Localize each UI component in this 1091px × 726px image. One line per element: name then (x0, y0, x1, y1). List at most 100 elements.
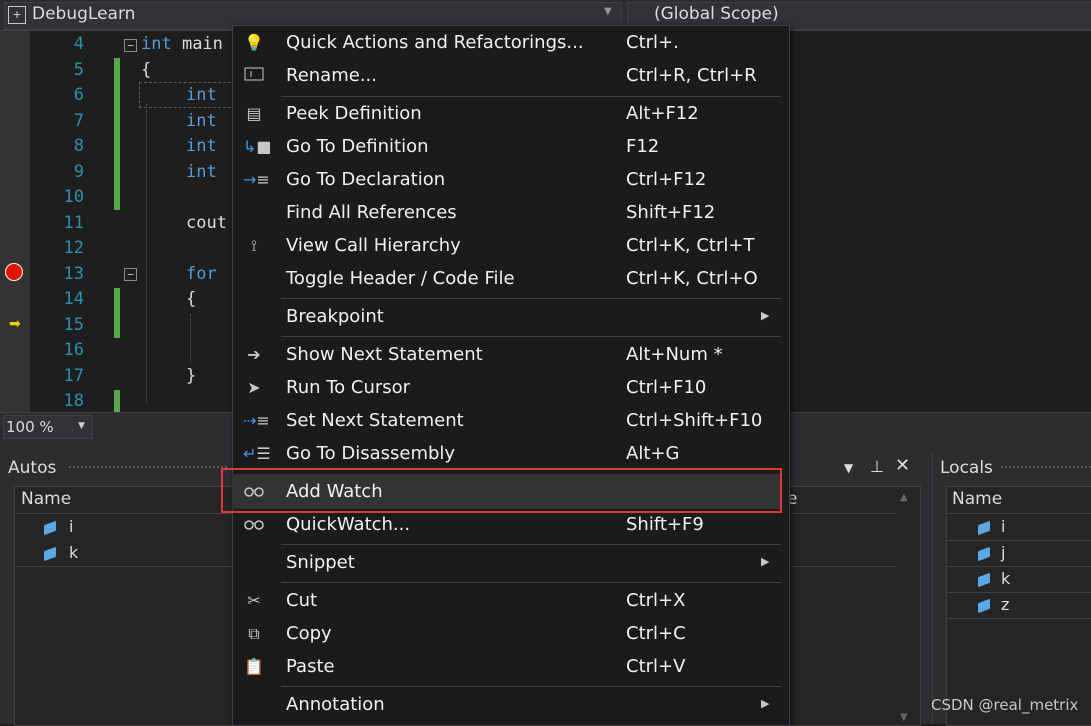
menu-item-shortcut: Ctrl+R, Ctrl+R (626, 65, 757, 86)
line-number: 18 (63, 391, 84, 411)
code-line: cout (186, 213, 227, 233)
keyword: int (186, 136, 217, 156)
menu-separator (281, 582, 781, 583)
menu-item-cut[interactable]: ✂ Cut Ctrl+X (233, 585, 787, 618)
menu-item-snippet[interactable]: Snippet ▶ (233, 547, 787, 580)
menu-item-label: Show Next Statement (286, 344, 483, 365)
scroll-down-icon[interactable]: ▼ (900, 712, 908, 723)
breakpoint-icon[interactable] (5, 263, 23, 281)
menu-item-quick-actions[interactable]: 💡 Quick Actions and Refactorings... Ctrl… (233, 27, 787, 60)
copy-icon: ⧉ (248, 624, 260, 643)
menu-item-label: QuickWatch... (286, 514, 411, 535)
menu-item-label: Rename... (286, 65, 377, 86)
menu-item-go-to-definition[interactable]: ↳■ Go To Definition F12 (233, 131, 787, 164)
menu-item-rename[interactable]: Rename... Ctrl+R, Ctrl+R (233, 60, 787, 93)
menu-item-shortcut: Shift+F9 (626, 514, 704, 535)
autos-var-name[interactable]: k (69, 543, 78, 562)
chevron-down-icon[interactable]: ▼ (604, 6, 612, 17)
menu-item-label: Go To Definition (286, 136, 429, 157)
go-to-declaration-icon: →≡ (243, 170, 270, 189)
cursor-icon: ➤ (247, 378, 261, 397)
menu-item-shortcut: Alt+Num * (626, 344, 723, 365)
menu-item-shortcut: Shift+F12 (626, 202, 716, 223)
menu-item-label: Go To Declaration (286, 169, 446, 190)
collapse-icon[interactable]: − (124, 39, 137, 52)
menu-item-run-to-cursor[interactable]: ➤ Run To Cursor Ctrl+F10 (233, 372, 787, 405)
submenu-arrow-icon: ▶ (761, 697, 770, 710)
menu-item-show-next-statement[interactable]: ➔ Show Next Statement Alt+Num * (233, 339, 787, 372)
autos-var-name[interactable]: i (69, 517, 73, 536)
current-statement-arrow-icon[interactable]: ➡ (9, 316, 21, 332)
indicator-margin[interactable] (0, 31, 30, 412)
menu-item-label: Cut (286, 590, 318, 611)
menu-item-paste[interactable]: 📋 Paste Ctrl+V (233, 651, 787, 684)
line-number: 11 (63, 213, 84, 233)
locals-var-name[interactable]: i (1001, 517, 1005, 536)
menu-item-label: Breakpoint (286, 306, 384, 327)
locals-var-name[interactable]: z (1001, 595, 1009, 614)
menu-item-breakpoint[interactable]: Breakpoint ▶ (233, 301, 787, 334)
keyword: int (186, 162, 217, 182)
menu-item-set-next-statement[interactable]: ⇢≡ Set Next Statement Ctrl+Shift+F10 (233, 405, 787, 438)
menu-item-go-to-disassembly[interactable]: ↵☰ Go To Disassembly Alt+G (233, 438, 787, 471)
menu-item-go-to-declaration[interactable]: →≡ Go To Declaration Ctrl+F12 (233, 164, 787, 197)
dropdown-arrow-icon[interactable]: ▼ (844, 461, 853, 475)
scissors-icon: ✂ (247, 591, 261, 610)
row-divider (947, 566, 1091, 567)
menu-item-annotation[interactable]: Annotation ▶ (233, 689, 787, 722)
menu-item-shortcut: Ctrl+C (626, 623, 686, 644)
locals-title[interactable]: Locals (940, 458, 993, 478)
column-header-name[interactable]: Name (952, 489, 1002, 509)
row-divider (947, 592, 1091, 593)
menu-item-toggle-header[interactable]: Toggle Header / Code File Ctrl+K, Ctrl+O (233, 263, 787, 296)
menu-item-peek-definition[interactable]: ▤ Peek Definition Alt+F12 (233, 98, 787, 131)
menu-item-label: Find All References (286, 202, 457, 223)
menu-item-label: Peek Definition (286, 103, 422, 124)
locals-var-name[interactable]: j (1001, 543, 1005, 562)
peek-definition-icon: ▤ (246, 104, 262, 123)
menu-item-label: Run To Cursor (286, 377, 411, 398)
collapse-icon[interactable]: − (124, 268, 137, 281)
project-icon: + (8, 6, 26, 24)
menu-item-quickwatch[interactable]: QuickWatch... Shift+F9 (233, 509, 787, 542)
line-number: 9 (73, 162, 84, 182)
submenu-arrow-icon: ▶ (761, 555, 770, 568)
menu-item-shortcut: Alt+G (626, 443, 680, 464)
menu-item-copy[interactable]: ⧉ Copy Ctrl+C (233, 618, 787, 651)
menu-item-find-all-references[interactable]: Find All References Shift+F12 (233, 197, 787, 230)
line-number: 16 (63, 340, 84, 360)
locals-var-name[interactable]: k (1001, 569, 1010, 588)
row-divider (947, 540, 1091, 541)
project-name: DebugLearn (32, 4, 136, 24)
menu-item-shortcut: Ctrl+V (626, 656, 686, 677)
change-tracking-bar (114, 288, 120, 338)
line-number: 6 (73, 85, 84, 105)
disassembly-icon: ↵☰ (243, 444, 271, 463)
menu-separator (281, 544, 781, 545)
menu-item-label: Set Next Statement (286, 410, 464, 431)
scope-name: (Global Scope) (654, 4, 779, 24)
change-tracking-bar (114, 58, 120, 210)
rename-icon (243, 66, 265, 86)
scroll-up-icon[interactable]: ▲ (900, 492, 908, 503)
keyword: for (186, 264, 217, 284)
keyword: int (186, 85, 217, 105)
pin-icon[interactable]: ⊥ (870, 457, 884, 476)
annotation-highlight-box (221, 468, 782, 513)
menu-item-shortcut: F12 (626, 136, 660, 157)
change-tracking-bar (114, 390, 120, 412)
zoom-level: 100 % (6, 418, 54, 436)
menu-item-view-call-hierarchy[interactable]: ⟟ View Call Hierarchy Ctrl+K, Ctrl+T (233, 230, 787, 263)
code-line: int main (141, 34, 223, 54)
chevron-down-icon[interactable]: ▼ (78, 421, 85, 431)
panel-grip[interactable] (68, 465, 228, 470)
menu-separator (281, 96, 781, 97)
column-header-name[interactable]: Name (21, 489, 71, 509)
autos-title[interactable]: Autos (8, 458, 56, 478)
close-icon[interactable]: ✕ (895, 455, 910, 476)
go-to-definition-icon: ↳■ (243, 137, 272, 156)
panel-grip[interactable] (1000, 465, 1091, 470)
locals-panel[interactable] (946, 486, 1091, 726)
line-number: 13 (63, 264, 84, 284)
glasses-icon (243, 515, 265, 535)
